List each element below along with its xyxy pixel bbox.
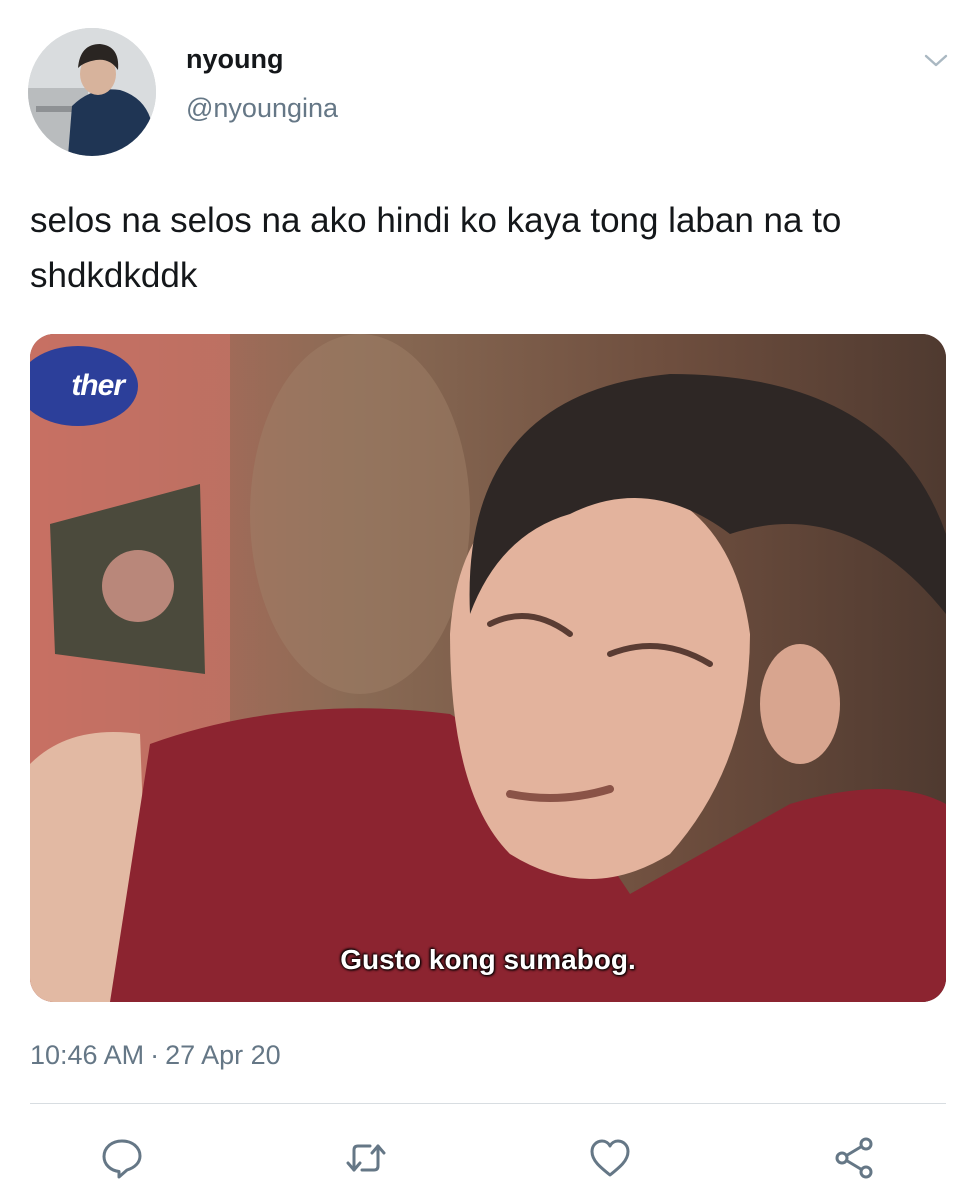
display-name[interactable]: nyoung: [186, 44, 283, 75]
divider: [30, 1103, 946, 1104]
retweet-button[interactable]: [342, 1134, 390, 1182]
tweet-date: 27 Apr 20: [165, 1040, 281, 1070]
heart-icon: [590, 1139, 630, 1177]
like-button[interactable]: [586, 1134, 634, 1182]
timestamp-separator: ·: [150, 1040, 160, 1070]
reply-icon: [102, 1139, 142, 1179]
tweet-timestamp[interactable]: 10:46 AM · 27 Apr 20: [30, 1040, 281, 1071]
tweet-media[interactable]: ther Gusto kong sumabog.: [30, 334, 946, 1002]
retweet-icon: [346, 1144, 386, 1172]
chevron-down-icon: [924, 54, 948, 67]
share-icon: [835, 1137, 873, 1179]
share-button[interactable]: [830, 1134, 878, 1182]
avatar-image: [28, 28, 156, 156]
media-image: [30, 334, 946, 1002]
channel-logo-text: ther: [71, 369, 125, 402]
tweet-time: 10:46 AM: [30, 1040, 145, 1070]
avatar[interactable]: [28, 28, 156, 156]
media-subtitle: Gusto kong sumabog.: [340, 944, 636, 975]
tweet-menu-button[interactable]: [918, 46, 954, 76]
reply-button[interactable]: [98, 1134, 146, 1182]
user-handle[interactable]: @nyoungina: [186, 93, 338, 124]
tweet-text: selos na selos na ako hindi ko kaya tong…: [30, 201, 842, 295]
